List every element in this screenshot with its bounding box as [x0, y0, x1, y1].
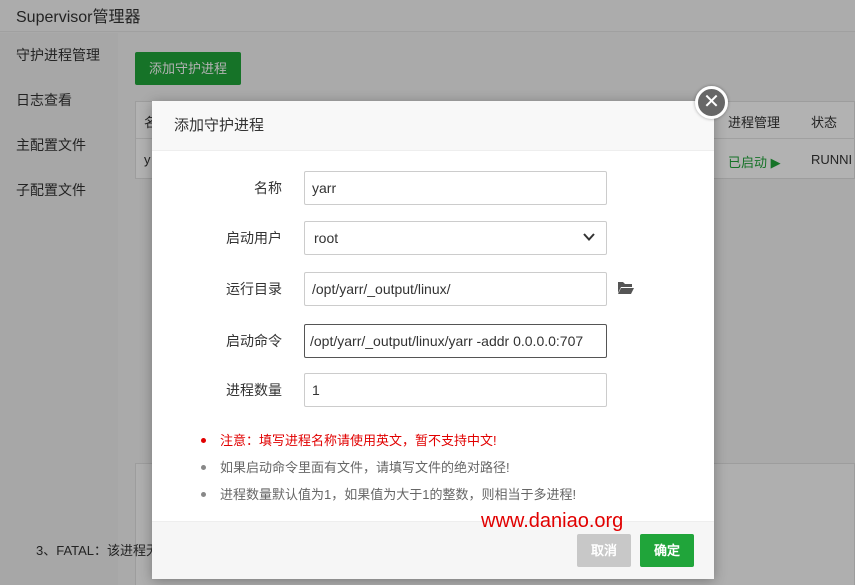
user-select-value: root	[314, 230, 339, 246]
add-process-dialog: 添加守护进程 名称 yarr 启动用户 root 运行目录 /opt/yarr/…	[152, 101, 714, 579]
bullet-icon	[201, 438, 206, 443]
watermark-text: www.daniao.org	[481, 510, 624, 532]
tip-text: 注意：填写进程名称请使用英文，暂不支持中文!	[220, 433, 497, 448]
count-row: 进程数量 1	[152, 373, 714, 407]
dialog-title: 添加守护进程	[152, 101, 714, 151]
cmd-row: 启动命令 /opt/yarr/_output/linux/yarr -addr …	[152, 324, 714, 358]
tip-text: 进程数量默认值为1，如果值为大于1的整数，则相当于多进程!	[220, 487, 577, 502]
name-label: 名称	[254, 180, 282, 196]
dir-row: 运行目录 /opt/yarr/_output/linux/	[152, 272, 714, 306]
user-label: 启动用户	[226, 230, 282, 246]
count-label: 进程数量	[226, 382, 282, 398]
tip-warning: 注意：填写进程名称请使用英文，暂不支持中文!	[200, 427, 680, 454]
dialog-footer: 取消 确定	[152, 521, 714, 579]
bullet-icon	[201, 492, 206, 497]
name-input[interactable]: yarr	[304, 171, 607, 205]
confirm-button[interactable]: 确定	[640, 534, 694, 567]
cancel-button[interactable]: 取消	[577, 534, 631, 567]
cmd-label: 启动命令	[226, 333, 282, 349]
bullet-icon	[201, 465, 206, 470]
folder-open-icon[interactable]	[617, 280, 635, 296]
name-row: 名称 yarr	[152, 171, 714, 205]
count-input[interactable]: 1	[304, 373, 607, 407]
dir-label: 运行目录	[226, 281, 282, 297]
chevron-down-icon	[583, 233, 595, 241]
tips-list: 注意：填写进程名称请使用英文，暂不支持中文! 如果启动命令里面有文件，请填写文件…	[200, 427, 680, 508]
user-row: 启动用户 root	[152, 221, 714, 255]
close-icon[interactable]: ✕	[695, 86, 728, 119]
tip-item: 如果启动命令里面有文件，请填写文件的绝对路径!	[200, 454, 680, 481]
tip-item: 进程数量默认值为1，如果值为大于1的整数，则相当于多进程!	[200, 481, 680, 508]
dir-input[interactable]: /opt/yarr/_output/linux/	[304, 272, 607, 306]
user-select[interactable]: root	[304, 221, 607, 255]
cmd-input[interactable]: /opt/yarr/_output/linux/yarr -addr 0.0.0…	[304, 324, 607, 358]
tip-text: 如果启动命令里面有文件，请填写文件的绝对路径!	[220, 460, 510, 475]
